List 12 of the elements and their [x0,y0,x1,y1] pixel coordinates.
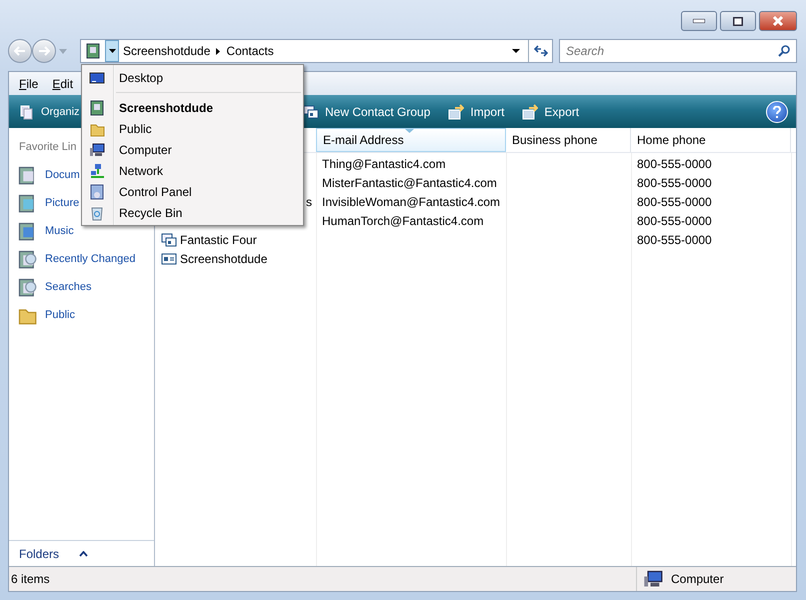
zone-label: Computer [671,572,724,586]
table-cell-text: Thing@Fantastic4.com [321,156,447,170]
table-cell-text: 800-555-0000 [636,232,713,246]
table-cell-text: InvisibleWoman@Fantastic4.com [321,194,502,208]
section-heading: Favorite Lin [19,141,76,153]
table-cell-text: 800-555-0000 [636,194,713,208]
item-count: 6 items [10,572,51,586]
table-cell-text: 800-555-0000 [636,176,713,190]
table-cell-text: HumanTorch@Fantastic4.com [321,214,485,228]
table-cell-text: 800-555-0000 [636,156,713,170]
table-cell-text: MisterFantastic@Fantastic4.com [321,176,498,190]
table-cell-text: 800-555-0000 [636,214,713,228]
